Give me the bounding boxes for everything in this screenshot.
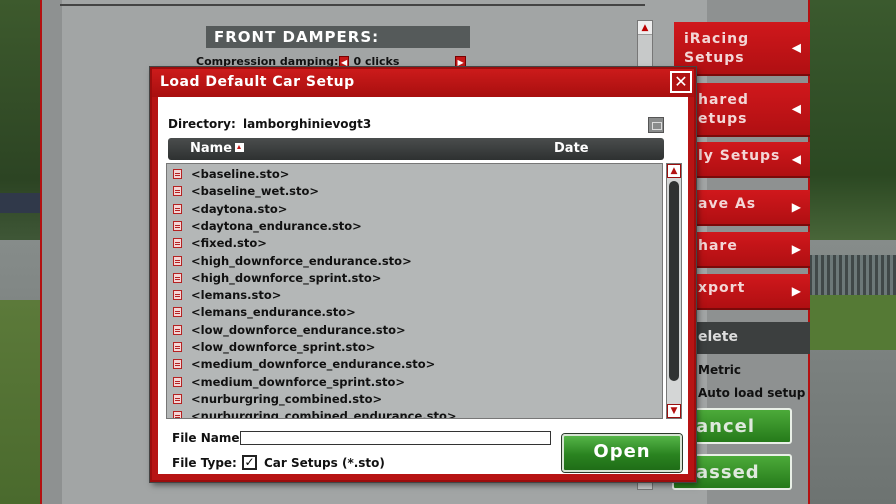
file-name: <medium_downforce_sprint.sto>: [191, 374, 406, 389]
file-icon: [173, 272, 182, 283]
front-dampers-title: FRONT DAMPERS:: [206, 26, 470, 48]
file-type-checkbox[interactable]: ✓: [242, 455, 257, 470]
arrow-right-icon: ▶: [791, 200, 802, 214]
scroll-up-icon[interactable]: ▲: [638, 21, 652, 35]
file-name-label: File Name:: [172, 431, 245, 445]
auto-load-setup-option[interactable]: Auto load setup: [698, 386, 805, 400]
menu-export-label: xport: [698, 280, 746, 296]
menu-my-setups-label: ly Setups: [698, 148, 781, 164]
column-date[interactable]: Date: [554, 141, 589, 156]
list-item[interactable]: <daytona.sto>: [167, 201, 662, 218]
increase-arrow-icon[interactable]: ▶: [455, 55, 467, 67]
file-name-input[interactable]: [240, 431, 551, 445]
file-icon: [173, 393, 182, 404]
list-item[interactable]: <baseline.sto>: [167, 166, 662, 183]
dialog-title: Load Default Car Setup: [160, 74, 355, 90]
dialog-frame-right: [688, 97, 694, 480]
directory-row: Directory: lamborghinievogt3: [168, 117, 371, 131]
menu-save-as-label: ave As: [698, 196, 757, 212]
directory-value: lamborghinievogt3: [242, 117, 372, 131]
file-icon: [173, 342, 182, 352]
dialog-frame-bottom: [152, 474, 694, 480]
decrease-arrow-icon[interactable]: ◀: [338, 55, 350, 67]
list-item[interactable]: <fixed.sto>: [167, 235, 662, 252]
background-trees-right: [796, 0, 896, 250]
list-item[interactable]: <nurburgring_combined.sto>: [167, 391, 662, 408]
scrollbar-thumb[interactable]: [669, 181, 679, 381]
file-name: <high_downforce_sprint.sto>: [191, 270, 382, 285]
list-item[interactable]: <baseline_wet.sto>: [167, 183, 662, 200]
file-name: <medium_downforce_endurance.sto>: [191, 357, 436, 372]
file-icon: [173, 220, 182, 231]
file-name: <fixed.sto>: [191, 236, 267, 251]
file-icon: [173, 307, 182, 318]
arrow-right-icon: ▶: [791, 242, 802, 256]
file-icon: [173, 324, 182, 335]
metric-option[interactable]: Metric: [698, 363, 741, 377]
list-item[interactable]: <medium_downforce_sprint.sto>: [167, 374, 662, 391]
list-item[interactable]: <high_downforce_sprint.sto>: [167, 270, 662, 287]
sort-ascending-icon[interactable]: [235, 143, 245, 152]
file-icon: [173, 411, 182, 418]
file-name: <baseline_wet.sto>: [191, 184, 320, 199]
file-name: <daytona.sto>: [191, 201, 288, 216]
load-setup-dialog: Load Default Car Setup ✕ Directory: lamb…: [150, 67, 696, 482]
arrow-left-icon: ◀: [791, 101, 802, 116]
compression-damping-value: 0 clicks: [353, 54, 400, 68]
arrow-right-icon: ▶: [791, 284, 802, 298]
file-name: <low_downforce_endurance.sto>: [191, 322, 406, 337]
scroll-down-icon[interactable]: ▼: [667, 404, 681, 418]
file-name: <nurburgring_combined_endurance.sto>: [191, 409, 457, 419]
menu-share-label: hare: [698, 238, 738, 254]
arrow-left-icon: ◀: [791, 152, 802, 166]
directory-label: Directory:: [168, 117, 236, 131]
list-item[interactable]: <daytona_endurance.sto>: [167, 218, 662, 235]
file-icon: [173, 238, 182, 249]
file-icon: [173, 255, 182, 266]
background-grass-right: [796, 290, 896, 350]
top-rule: [60, 0, 645, 6]
list-item[interactable]: <high_downforce_endurance.sto>: [167, 253, 662, 270]
list-item[interactable]: <nurburgring_combined_endurance.sto>: [167, 408, 662, 419]
compression-damping-label: Compression damping:: [196, 54, 339, 68]
background-fence: [806, 255, 896, 295]
file-icon: [173, 169, 182, 179]
background-barrier: [0, 193, 40, 213]
list-item[interactable]: <low_downforce_endurance.sto>: [167, 322, 662, 339]
folder-icon[interactable]: [648, 117, 664, 133]
file-list[interactable]: <baseline.sto> <baseline_wet.sto> <dayto…: [166, 163, 663, 419]
file-name: <nurburgring_combined.sto>: [191, 391, 383, 406]
file-icon: [173, 290, 182, 301]
list-item[interactable]: <medium_downforce_endurance.sto>: [167, 356, 662, 373]
file-icon: [173, 359, 182, 370]
list-item[interactable]: <lemans.sto>: [167, 287, 662, 304]
arrow-left-icon: ◀: [791, 40, 802, 55]
file-name: <daytona_endurance.sto>: [191, 218, 362, 233]
menu-iracing-setups-label: iRacing Setups: [684, 31, 750, 66]
open-button[interactable]: Open: [562, 434, 682, 472]
file-name: <baseline.sto>: [191, 167, 290, 181]
file-name: <lemans_endurance.sto>: [191, 305, 356, 320]
close-icon[interactable]: ✕: [670, 71, 692, 93]
file-name: <lemans.sto>: [191, 288, 282, 303]
file-icon: [173, 376, 182, 387]
file-icon: [173, 186, 182, 197]
dialog-header: Load Default Car Setup ✕: [152, 69, 694, 97]
scroll-up-icon[interactable]: ▲: [667, 164, 681, 178]
file-name: <low_downforce_sprint.sto>: [191, 340, 376, 354]
file-list-scrollbar[interactable]: ▲ ▼: [666, 163, 682, 419]
column-name[interactable]: Name: [190, 141, 245, 156]
file-name: <high_downforce_endurance.sto>: [191, 253, 412, 268]
column-name-label: Name: [190, 141, 233, 156]
dialog-frame-left: [152, 97, 158, 480]
file-type-label: File Type:: [172, 456, 237, 470]
list-item[interactable]: <lemans_endurance.sto>: [167, 304, 662, 321]
list-item[interactable]: <low_downforce_sprint.sto>: [167, 339, 662, 356]
file-list-header: Name Date: [168, 138, 664, 160]
file-icon: [173, 203, 182, 214]
file-type-value: Car Setups (*.sto): [264, 456, 385, 470]
